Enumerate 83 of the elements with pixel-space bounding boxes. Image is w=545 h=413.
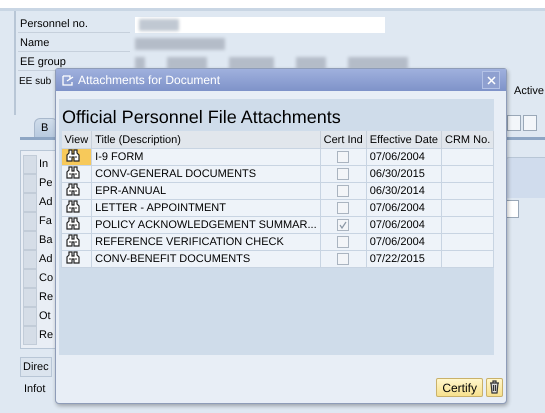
close-icon [486,76,496,84]
binoculars-icon [66,234,80,247]
section-tab[interactable]: Direc [20,357,52,377]
view-cell[interactable] [62,234,92,250]
list-item[interactable]: Fa [39,215,52,227]
row-selector[interactable] [23,212,37,230]
redacted-value [229,56,274,68]
redacted-value [348,56,408,68]
column-header: View [62,131,92,148]
list-item[interactable]: Co [39,272,54,284]
list-item[interactable]: Ba [39,234,52,246]
table-cell: 06/30/2014 [366,182,442,200]
close-button[interactable] [482,71,500,89]
list-item[interactable]: Re [39,329,54,341]
window-title: Attachments for Document [78,73,222,87]
row-selector[interactable] [23,288,37,306]
view-cell[interactable] [62,216,92,234]
delete-button[interactable] [486,378,503,397]
checkbox[interactable] [337,236,350,248]
check-icon [338,220,348,230]
view-cell[interactable] [62,148,92,166]
table-cell: 07/22/2015 [366,250,442,268]
table-cell: 07/06/2004 [366,234,442,250]
row-selector[interactable] [23,250,37,268]
table-cell: 07/06/2004 [366,148,442,166]
checkbox[interactable] [337,151,350,163]
redacted-value [135,56,145,68]
row-selector[interactable] [23,154,37,174]
table-cell: LETTER - APPOINTMENT [92,200,320,216]
row-selector[interactable] [23,230,37,250]
column-header: CRM No. [442,131,494,148]
checkbox[interactable] [337,253,350,265]
list-item[interactable]: Pe [39,177,52,189]
view-cell[interactable] [62,250,92,268]
checkbox[interactable] [337,202,350,214]
column-header: Title (Description) [92,131,320,148]
table-cell: 07/06/2004 [366,216,442,234]
checkbox[interactable] [337,185,350,197]
binoculars-icon [66,166,80,179]
status-text: Active [514,85,544,97]
row-selector[interactable] [23,268,37,288]
document-icon [62,74,74,86]
redacted-value [167,56,207,68]
view-cell[interactable] [62,200,92,216]
redacted-value [296,56,326,68]
binoculars-icon [66,149,80,162]
table-cell: CONV-BENEFIT DOCUMENTS [92,250,320,268]
row-selector[interactable] [23,306,37,326]
list-item[interactable]: In [39,158,48,170]
binoculars-icon [66,251,80,264]
column-header: Cert Ind [320,131,366,148]
field-label: Name [18,35,130,52]
field-label: EE sub [18,75,52,89]
list-item[interactable]: Ad [39,253,52,265]
row-selector[interactable] [23,326,37,344]
list-item[interactable]: Ad [39,196,52,208]
table-cell: 07/06/2004 [366,200,442,216]
binoculars-icon [66,183,80,196]
table-cell: POLICY ACKNOWLEDGEMENT SUMMAR... [92,216,320,234]
column-header: Effective Date [366,131,442,148]
scroll-left-button[interactable] [507,115,521,131]
view-cell[interactable] [62,166,92,182]
table-cell: CONV-GENERAL DOCUMENTS [92,166,320,182]
table-cell: I-9 FORM [92,148,320,166]
list-item[interactable]: Ot [39,310,51,322]
table-cell: REFERENCE VERIFICATION CHECK [92,234,320,250]
table-cell: EPR-ANNUAL [92,182,320,200]
list-item[interactable]: Re [39,291,54,303]
trash-icon [489,380,500,394]
input-field[interactable] [135,16,385,32]
checkbox[interactable] [337,168,350,180]
section-label: Infot [24,383,46,395]
scroll-right-button[interactable] [523,115,537,131]
row-selector[interactable] [23,192,37,212]
certify-button[interactable]: Certify [436,378,483,397]
view-cell[interactable] [62,182,92,200]
binoculars-icon [66,217,80,230]
binoculars-icon [66,200,80,213]
field-label: Personnel no. [18,16,130,33]
row-selector[interactable] [23,174,37,192]
table-cell: 06/30/2015 [366,166,442,182]
checkbox[interactable] [337,219,350,231]
heading: Official Personnel File Attachments [61,106,342,129]
